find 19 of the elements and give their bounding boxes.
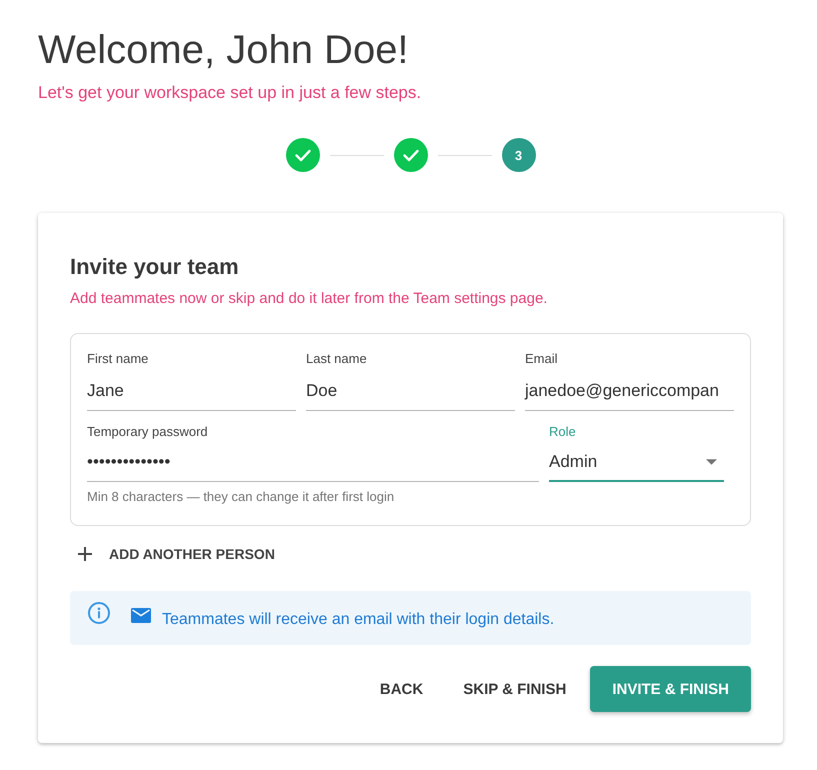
page-subtitle: Let's get your workspace set up in just a few steps. <box>38 82 422 104</box>
card-title: Invite your team <box>70 253 240 281</box>
text-field[interactable]: Last name Doe <box>306 350 515 411</box>
mail-icon <box>131 608 151 623</box>
text-field[interactable]: Email janedoe@genericcompan <box>524 350 734 411</box>
text-button[interactable]: SKIP & FINISH <box>447 666 582 712</box>
select-field[interactable]: Role Admin <box>549 423 724 482</box>
password-field[interactable]: Temporary password •••••••••••••• <box>87 423 539 482</box>
add-person-button[interactable]: ADD ANOTHER PERSON <box>70 536 283 572</box>
helper-text: Min 8 characters — they can change it after first login <box>87 488 396 506</box>
text-field[interactable]: First name Jane <box>87 350 296 411</box>
caret-icon <box>706 459 717 465</box>
step-number: 3 <box>502 138 536 172</box>
page-title: Welcome, John Doe! <box>38 27 410 74</box>
text-button[interactable]: BACK <box>364 666 440 712</box>
info-icon <box>88 602 110 624</box>
banner-text: Teammates will receive an email with their login details. <box>162 610 554 630</box>
card-description: Add teammates now or skip and do it later from the Team settings page. <box>70 289 548 309</box>
plus-icon <box>78 547 92 561</box>
